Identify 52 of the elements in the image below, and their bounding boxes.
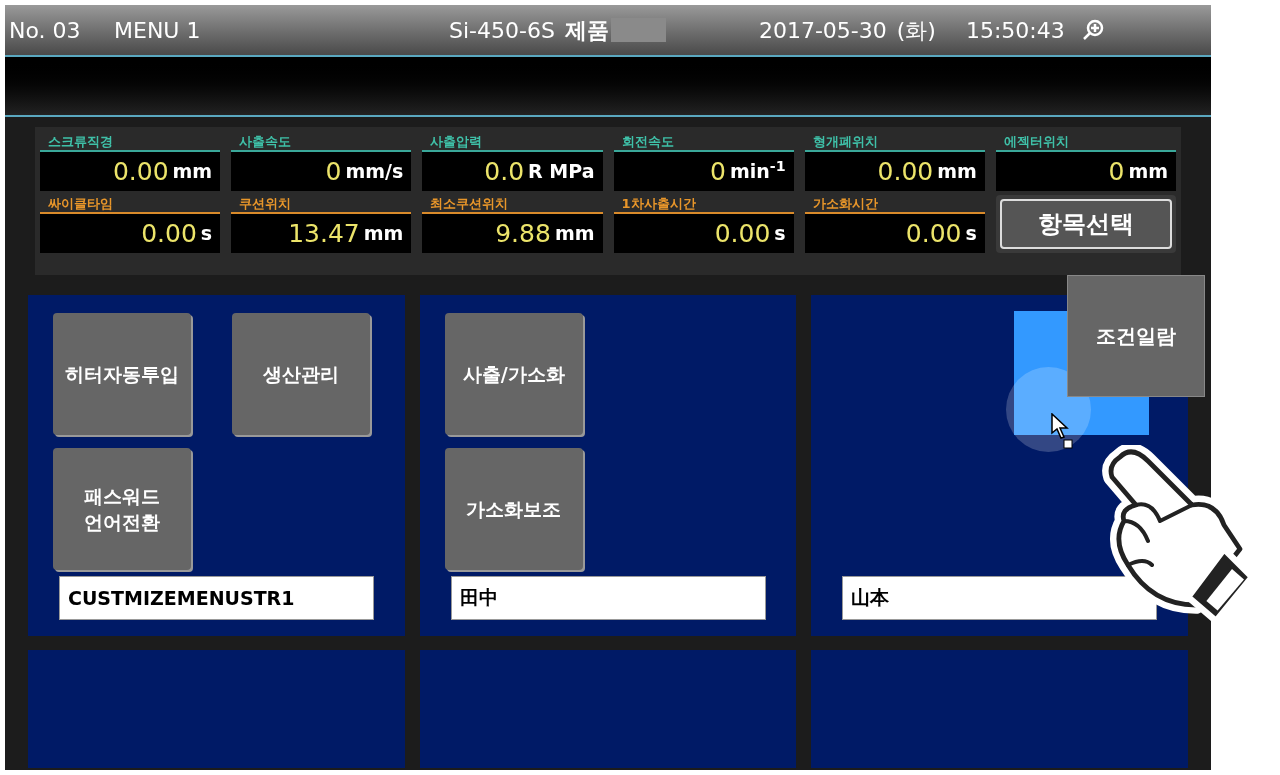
metric-unit: mm bbox=[1128, 159, 1168, 185]
cursor-icon bbox=[1051, 413, 1074, 449]
name-field[interactable]: 田中 bbox=[450, 576, 766, 620]
metric-label: 사출압력 bbox=[429, 133, 484, 150]
metric-value: 0.00 bbox=[905, 217, 962, 250]
metric-label: 1차사출시간 bbox=[620, 195, 697, 212]
clock-text: 15:50:43 bbox=[965, 16, 1065, 45]
menu-button[interactable]: 히터자동투입 bbox=[53, 313, 191, 435]
metric-value: 0 bbox=[1108, 155, 1125, 188]
metric-unit: mm bbox=[172, 159, 213, 185]
machine-number: No. 03 bbox=[9, 16, 82, 45]
metric-unit: s bbox=[200, 221, 213, 247]
metric-unit: R MPa bbox=[528, 159, 595, 185]
metric-label: 형개폐위치 bbox=[811, 133, 879, 150]
metric-value: 0.00 bbox=[141, 217, 197, 250]
redacted-block bbox=[610, 18, 666, 42]
metric-label: 최소쿠션위치 bbox=[429, 195, 510, 212]
metric-label: 회전속도 bbox=[620, 133, 675, 150]
metric-unit: s bbox=[774, 221, 786, 247]
metric-unit: s bbox=[965, 221, 977, 247]
menu-button[interactable]: 패스워드 언어전환 bbox=[53, 448, 191, 570]
metric-label: 에젝터위치 bbox=[1002, 133, 1070, 150]
metric-unit: mm bbox=[937, 159, 977, 185]
metric-value: 13.47 bbox=[288, 217, 360, 250]
dragged-menu-button[interactable]: 조건일람 bbox=[1067, 275, 1206, 397]
metric-value: 0 bbox=[325, 155, 342, 188]
menu-button[interactable]: 가소화보조 bbox=[444, 448, 583, 570]
item-select-button[interactable]: 항목선택 bbox=[999, 199, 1172, 249]
menu-button[interactable]: 사출/가소화 bbox=[444, 313, 583, 435]
menu-button[interactable]: 생산관리 bbox=[232, 313, 370, 435]
weekday-text: (화) bbox=[896, 16, 936, 45]
metric-unit: mm bbox=[363, 221, 404, 247]
date-text: 2017-05-30 bbox=[758, 16, 887, 45]
metric-label: 가소화시간 bbox=[811, 195, 879, 212]
metric-unit: min$^{-1}$ bbox=[729, 157, 786, 185]
name-field[interactable]: 山本 bbox=[842, 576, 1158, 620]
metric-unit: mm/s bbox=[345, 159, 404, 185]
menu-title: MENU 1 bbox=[114, 16, 202, 45]
metric-value: 0.00 bbox=[112, 155, 169, 188]
metric-unit: mm bbox=[554, 221, 595, 247]
metric-value: 0.00 bbox=[714, 217, 771, 250]
metric-value: 0.00 bbox=[877, 155, 934, 188]
metric-value: 0.0 bbox=[484, 155, 525, 188]
metric-label: 쿠션위치 bbox=[238, 195, 293, 212]
metric-label: 싸이클타임 bbox=[47, 195, 114, 212]
metric-label: 스크류직경 bbox=[47, 133, 114, 150]
metric-value: 9.88 bbox=[495, 217, 551, 250]
machine-model: Si-450-6S bbox=[449, 16, 555, 45]
metric-value: 0 bbox=[710, 155, 726, 188]
name-field[interactable]: CUSTMIZEMENUSTR1 bbox=[59, 576, 374, 620]
product-label: 제품 bbox=[564, 16, 609, 45]
metric-label: 사출속도 bbox=[238, 133, 293, 150]
